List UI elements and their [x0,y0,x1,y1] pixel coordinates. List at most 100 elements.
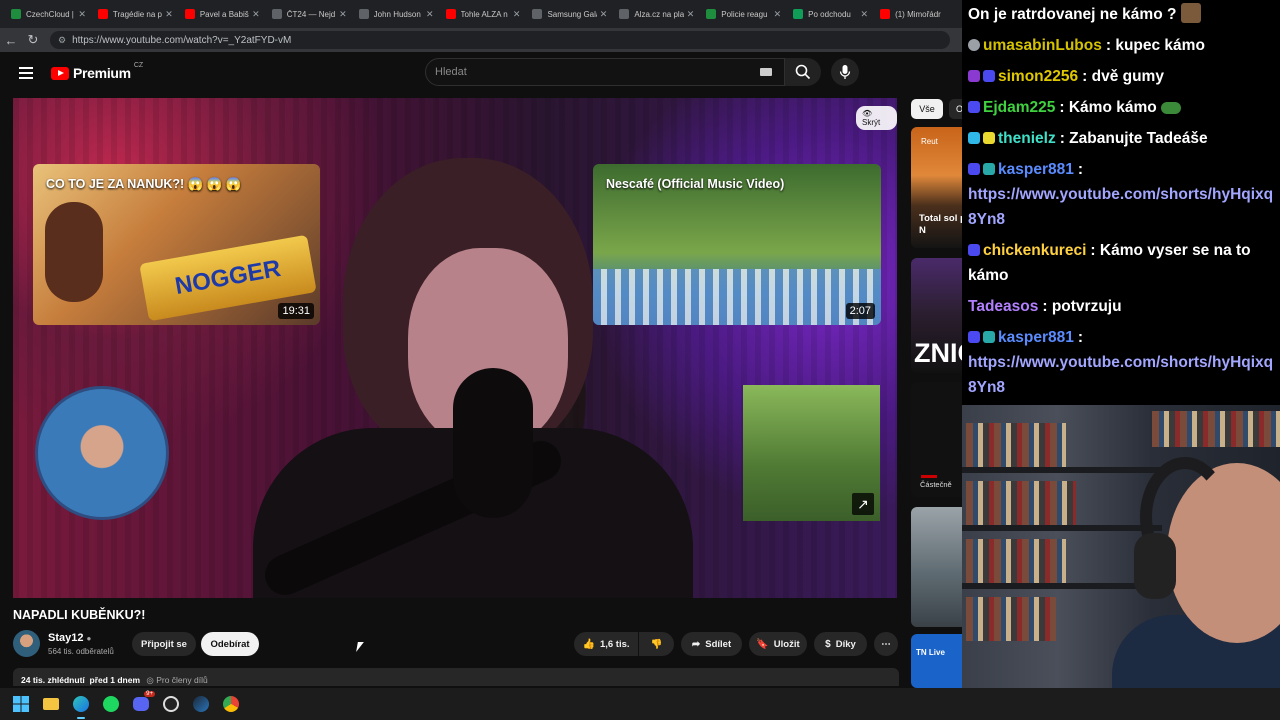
url-text: https://www.youtube.com/watch?v=_Y2atFYD… [72,34,292,46]
chat-message: On je ratrdovanej ne kámo ? [968,2,1274,27]
menu-icon[interactable] [19,67,33,79]
chip-other[interactable]: O [949,99,962,119]
close-icon[interactable]: ✕ [426,9,434,20]
spotify-icon[interactable] [100,693,122,715]
close-icon[interactable]: ✕ [252,9,260,20]
tab-favicon [880,9,891,19]
browser-tab[interactable]: Po odchodu ✕ [788,2,873,26]
recommended-video[interactable]: Částečně [911,382,962,497]
more-actions-button[interactable]: ⋯ [874,632,898,656]
close-icon[interactable]: ✕ [774,9,782,20]
site-info-icon[interactable]: ⚙ [58,35,66,46]
youtube-premium-logo[interactable]: Premium CZ [51,62,143,81]
video-player[interactable]: 👁 Skrýt NOGGER CO TO JE ZA NANUK?! 😱 😱 😱… [13,98,897,598]
close-icon[interactable]: ✕ [861,9,869,20]
tab-favicon [793,9,804,19]
discord-icon[interactable]: 9+ [130,691,155,715]
url-field[interactable]: ⚙ https://www.youtube.com/watch?v=_Y2atF… [50,31,950,49]
windows-taskbar: 9+ [0,688,1280,720]
endcard-external-link[interactable]: ↗ [743,385,880,521]
browser-tab[interactable]: Tohle ALZA n ✕ [441,2,526,26]
close-icon[interactable]: ✕ [78,9,86,20]
hide-endcards-button[interactable]: 👁 Skrýt [856,106,897,130]
badge-icon [968,101,980,113]
shelf [962,583,1162,589]
notification-badge: 9+ [144,691,155,697]
close-icon[interactable]: ✕ [600,9,608,20]
thumbs-down-icon: 👎 [650,638,663,650]
search-placeholder: Hledat [435,66,467,78]
upload-age: před 1 dnem [89,675,141,685]
chat-username: simon2256 [998,68,1079,85]
close-icon[interactable]: ✕ [165,9,173,20]
thanks-button[interactable]: $ Díky [814,632,867,656]
rec-brand: Reut [921,137,938,146]
mouse-cursor [356,642,364,652]
endcard-channel-avatar[interactable] [35,386,169,520]
address-bar-row: ← ↻ ⚙ https://www.youtube.com/watch?v=_Y… [0,28,962,52]
badge-icon [968,331,980,343]
chrome-icon[interactable] [220,693,242,715]
browser-tab[interactable]: Samsung Gala ✕ [527,2,612,26]
browser-tab[interactable]: John Hudson ✕ [354,2,439,26]
endcard-title: Nescafé (Official Music Video) [606,177,785,191]
chat-username: chickenkureci [983,242,1087,259]
browser-tab[interactable]: Pavel a Babiš ✕ [180,2,265,26]
share-button[interactable]: ➦ Sdílet [681,632,742,656]
browser-tab[interactable]: (1) Mimořádr [875,2,960,26]
pepe-emote-icon [1161,102,1182,114]
voice-search-button[interactable] [831,58,859,86]
thanks-label: Díky [835,638,856,650]
chat-link[interactable]: https://www.youtube.com/shorts/hyHqixq8Y… [968,354,1273,396]
join-button[interactable]: Připojit se [132,632,196,656]
chat-text: : Zabanujte Tadeáše [1059,130,1208,147]
channel-avatar[interactable] [13,630,40,657]
youtube-header: Premium CZ Hledat [0,52,962,96]
recommended-video[interactable]: TN Live [911,634,962,688]
recommended-video[interactable] [911,507,962,627]
file-explorer-icon[interactable] [40,693,62,715]
save-button[interactable]: 🔖 Uložit [749,632,807,656]
chat-message: Ejdam225: Kámo kámo [968,95,1274,120]
close-icon[interactable]: ✕ [513,9,521,20]
channel-name[interactable]: Stay12 ● [48,632,91,644]
thumbs-up-icon: 👍 [582,638,595,650]
browser-tab[interactable]: Alza.cz na pla ✕ [614,2,699,26]
browser-tab[interactable]: CzechCloud | ✕ [6,2,91,26]
members-badge: ◎ Pro členy dílů [146,675,208,685]
tab-label: ČT24 — Nejd [286,9,336,19]
rec-thumbnail-text: Total sol parts of N [919,213,962,236]
endcard-video[interactable]: NOGGER CO TO JE ZA NANUK?! 😱 😱 😱 19:31 [33,164,320,325]
tab-label: Po odchodu [808,9,851,19]
search-input[interactable]: Hledat [425,58,785,86]
browser-tab[interactable]: Tragédie na p ✕ [93,2,178,26]
tab-label: CzechCloud | [26,9,74,19]
recommended-video[interactable]: Reut Total sol parts of N [911,127,962,248]
rec-progress [921,475,937,478]
like-button[interactable]: 👍 1,6 tis. [574,632,638,656]
obs-icon[interactable] [160,693,182,715]
close-icon[interactable]: ✕ [687,9,695,20]
description-box[interactable]: 24 tis. zhlédnutí před 1 dnem ◎ Pro člen… [13,668,899,686]
tab-label: Alza.cz na pla [634,9,684,19]
close-icon[interactable]: ✕ [339,9,347,20]
steam-icon[interactable] [190,693,212,715]
chip-all[interactable]: Vše [911,99,943,119]
chat-message: umasabinLubos: kupec kámo [968,33,1274,58]
chat-text: : Kámo kámo [1059,99,1157,116]
back-arrow-icon[interactable]: ← [0,33,22,48]
windows-start-icon[interactable] [10,693,32,715]
subscribe-button[interactable]: Odebírat [201,632,259,656]
keyboard-icon[interactable] [760,68,772,76]
browser-tab[interactable]: Policie reagu ✕ [701,2,786,26]
recommended-video[interactable]: ZNIČ [911,258,962,373]
dislike-button[interactable]: 👎 [639,632,674,656]
chat-link[interactable]: https://www.youtube.com/shorts/hyHqixq8Y… [968,186,1273,228]
edge-icon[interactable] [70,693,92,719]
browser-tab[interactable]: ČT24 — Nejd ✕ [267,2,352,26]
search-button[interactable] [785,58,821,86]
endcard-video[interactable]: Nescafé (Official Music Video) 2:07 [593,164,881,325]
reload-icon[interactable]: ↻ [22,32,44,48]
tab-favicon [184,9,195,19]
windows-logo-icon [13,696,29,712]
